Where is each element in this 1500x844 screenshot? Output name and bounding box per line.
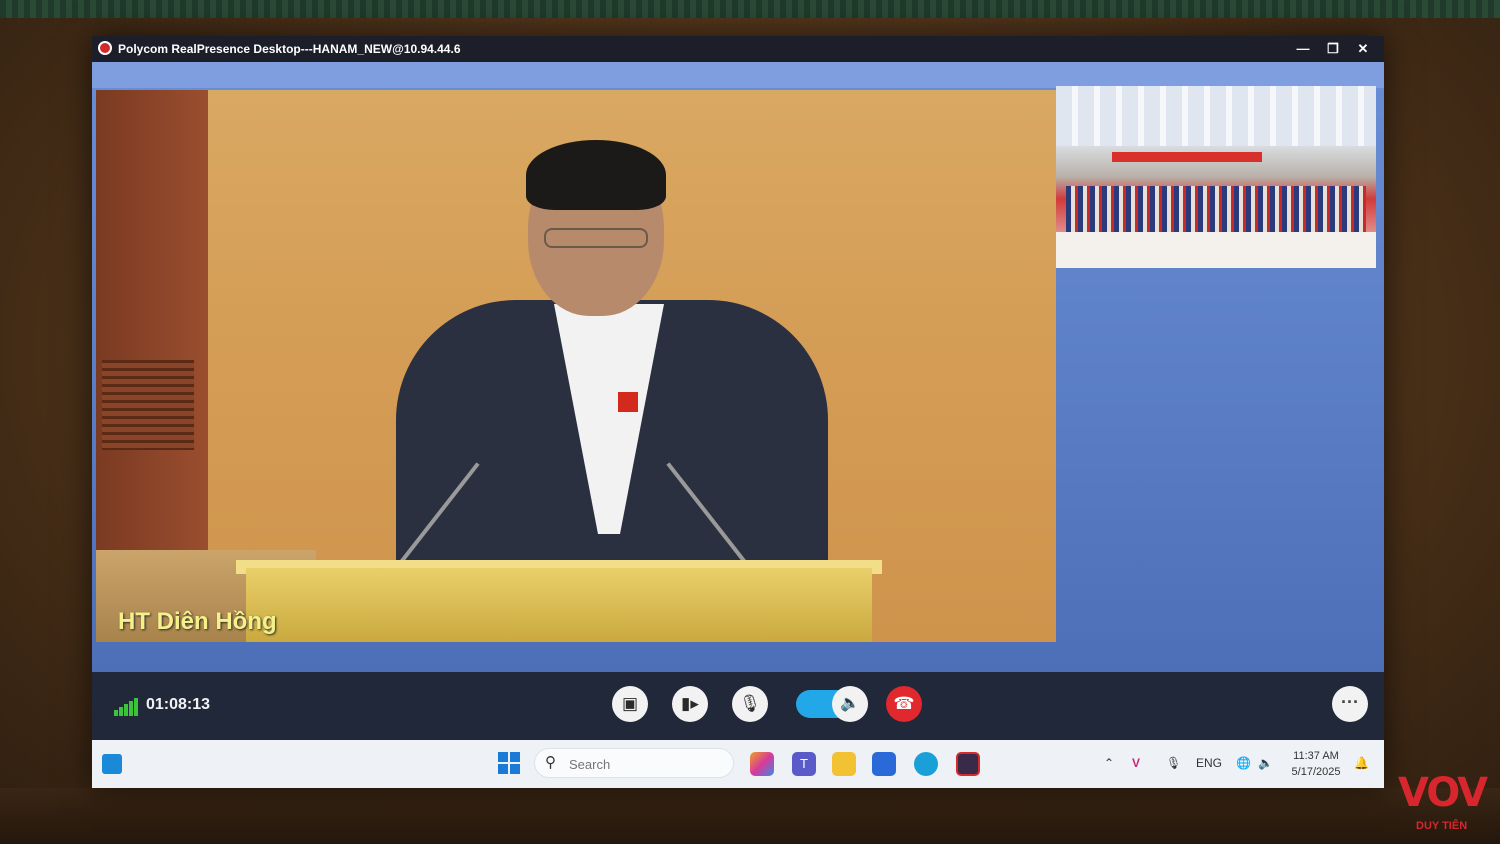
clock-date: 5/17/2025 <box>1291 766 1341 778</box>
minimize-icon[interactable]: — <box>1292 39 1314 59</box>
microphone-button[interactable]: 🎙 <box>732 686 768 722</box>
copilot-app-icon[interactable] <box>750 752 774 776</box>
hall-audience <box>1066 186 1366 234</box>
hang-up-icon: ☎ <box>893 694 915 713</box>
self-view-video[interactable] <box>1056 86 1376 268</box>
polycom-app-icon[interactable] <box>956 752 980 776</box>
search-icon: ⚲ <box>545 754 556 771</box>
room-floor <box>0 788 1500 844</box>
windows-start-icon[interactable] <box>498 752 520 774</box>
microphone-icon: 🎙 <box>739 694 761 713</box>
speaker-hair <box>526 140 666 210</box>
wood-panel <box>96 90 208 560</box>
more-options-button[interactable]: ··· <box>1332 686 1368 722</box>
room-curtain <box>0 0 1500 18</box>
taskbar-search[interactable]: ⚲ <box>534 748 734 778</box>
hall-tables <box>1056 232 1376 268</box>
wood-slats <box>102 360 194 450</box>
flag-pin-icon <box>618 392 638 412</box>
video-top-strip <box>92 62 1384 88</box>
hall-banner <box>1112 152 1262 162</box>
vov-logo: VOV <box>1398 770 1488 816</box>
window-titlebar: Polycom RealPresence Desktop---HANAM_NEW… <box>92 36 1384 62</box>
share-icon: ▣ <box>621 694 639 713</box>
ellipsis-icon: ··· <box>1341 692 1359 712</box>
signal-bars-icon <box>114 698 138 716</box>
call-control-bar: 01:08:13 ▣ ▮▸ 🎙 🔈 ☎ ··· <box>92 672 1384 740</box>
speaker-toggle[interactable]: 🔈 <box>796 686 868 722</box>
notification-bell-icon[interactable]: 🔔 <box>1354 754 1369 772</box>
content-share-button[interactable]: ▣ <box>612 686 648 722</box>
main-video-feed[interactable]: HT Diên Hồng <box>96 90 1056 642</box>
widgets-icon[interactable] <box>102 754 122 774</box>
tray-app-icon[interactable]: V <box>1132 754 1140 772</box>
camera-icon: ▮▸ <box>681 694 699 713</box>
window-title: Polycom RealPresence Desktop---HANAM_NEW… <box>118 42 461 56</box>
restore-icon[interactable]: ❐ <box>1322 39 1344 59</box>
camera-button[interactable]: ▮▸ <box>672 686 708 722</box>
search-input[interactable] <box>567 754 721 774</box>
volume-icon[interactable]: 🔈 <box>1258 754 1273 772</box>
vov-location: DUY TIÊN <box>1416 820 1468 832</box>
clock-time: 11:37 AM <box>1293 750 1339 762</box>
chevron-up-icon[interactable]: ⌃ <box>1104 754 1114 772</box>
teams-app-icon[interactable]: T <box>792 752 816 776</box>
edge-browser-icon[interactable] <box>914 752 938 776</box>
hall-ceiling <box>1056 86 1376 146</box>
taskbar-clock[interactable]: 11:37 AM 5/17/2025 <box>1282 748 1350 780</box>
speaker-icon: 🔈 <box>832 686 868 722</box>
polycom-logo-icon <box>98 41 112 55</box>
speaker-glasses <box>544 228 648 248</box>
call-duration: 01:08:13 <box>146 696 211 713</box>
language-indicator[interactable]: ENG <box>1196 754 1222 772</box>
file-explorer-icon[interactable] <box>832 752 856 776</box>
store-app-icon[interactable] <box>872 752 896 776</box>
projection-screen: Polycom RealPresence Desktop---HANAM_NEW… <box>92 36 1384 788</box>
video-caption: HT Diên Hồng <box>118 608 277 635</box>
windows-taskbar: ⚲ T ⌃ V 🎙 ENG 🌐 🔈 11:37 AM 5/17/2025 🔔 <box>92 740 1384 788</box>
hang-up-button[interactable]: ☎ <box>886 686 922 722</box>
close-icon[interactable]: ✕ <box>1352 39 1374 59</box>
microphone-tray-icon[interactable]: 🎙 <box>1166 754 1181 772</box>
podium <box>246 568 872 642</box>
network-icon[interactable]: 🌐 <box>1236 754 1251 772</box>
